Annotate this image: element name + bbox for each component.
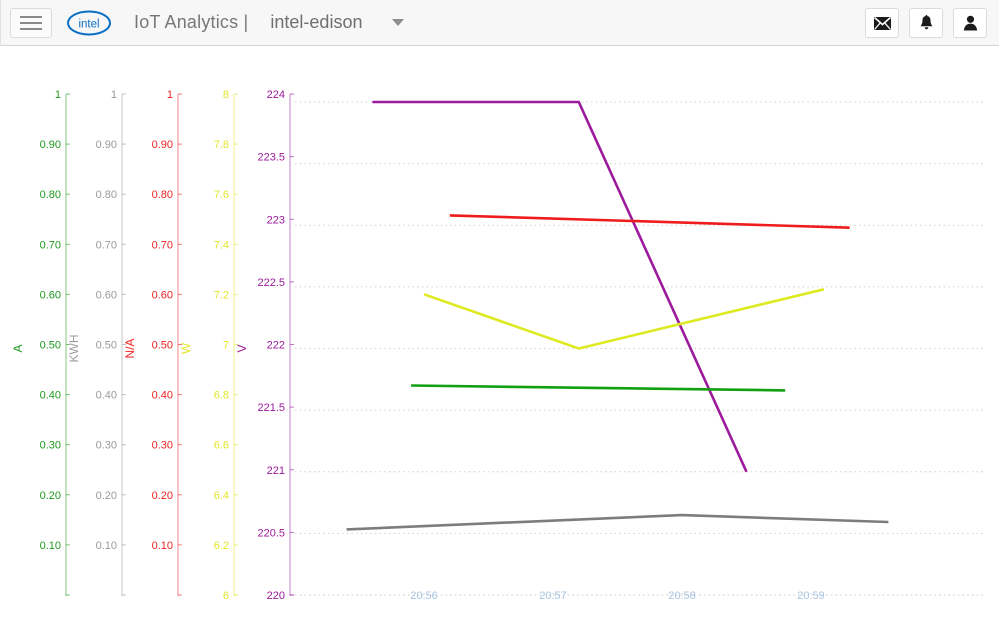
y-axis-tick-label: 0.40	[152, 390, 173, 402]
y-axis-tick-label: 223	[267, 214, 285, 226]
y-axis-tick-label: 0.80	[152, 189, 173, 201]
svg-text:intel: intel	[78, 18, 99, 30]
y-axis-tick-label: 0.50	[40, 340, 61, 352]
y-axis-tick-label: 1	[111, 89, 117, 101]
series-line-kwh	[346, 513, 889, 531]
series-line-n-a	[449, 214, 850, 229]
menu-bar-3	[20, 27, 42, 30]
y-axis-title: N/A	[123, 338, 137, 358]
envelope-icon	[873, 16, 891, 30]
y-axis-title: V	[235, 344, 249, 352]
y-axis-tick-label: 0.60	[152, 289, 173, 301]
y-axis-tick-label: 7.2	[214, 289, 229, 301]
menu-bar-1	[20, 15, 42, 18]
y-axis-tick-label: 1	[55, 89, 61, 101]
y-axis-tick-label: 6.4	[214, 490, 229, 502]
y-axis-tick-label: 222	[267, 340, 285, 352]
y-axis-tick-label: 0.20	[96, 490, 117, 502]
y-axis-tick-label: 1	[167, 89, 173, 101]
y-axis-tick-label: 220	[267, 590, 285, 602]
y-axis-title: KWH	[67, 335, 81, 363]
y-axis-tick-label: 221	[267, 465, 285, 477]
y-axis-tick-label: 0.20	[152, 490, 173, 502]
series-line-a	[411, 384, 786, 392]
y-axis-tick-label: 8	[223, 89, 229, 101]
y-axis-tick-label: 7.4	[214, 239, 229, 251]
y-axis-tick-label: 0.60	[96, 289, 117, 301]
y-axis-title: A	[11, 344, 25, 352]
y-axis-tick-label: 0.70	[40, 239, 61, 251]
y-axis-tick-label: 0.10	[96, 540, 117, 552]
y-axis-tick-label: 223.5	[257, 152, 285, 164]
y-axis-tick-label: 6.6	[214, 440, 229, 452]
x-axis-tick-label: 20:56	[410, 590, 438, 602]
chart-panel: 1 0.90 0.80 0.70 0.60 0.50 0.40 0.30 0.20 0.10 A 1 0…	[0, 47, 999, 625]
series-line-w	[423, 288, 825, 350]
y-axis-tick-label: 0.50	[96, 340, 117, 352]
chart-x-ticks: 20:56 20:57 20:58 20:59	[410, 590, 825, 602]
y-axis-tick-label: 0.30	[40, 440, 61, 452]
x-axis-tick-label: 20:59	[797, 590, 825, 602]
app-header: intel IoT Analytics | intel-edison	[0, 0, 999, 46]
device-selector-label: intel-edison	[270, 12, 363, 32]
y-axis-tick-label: 220.5	[257, 527, 285, 539]
account-button[interactable]	[953, 8, 987, 38]
y-axis-tick-label: 0.40	[40, 390, 61, 402]
header-actions	[865, 8, 987, 38]
intel-logo[interactable]: intel	[66, 8, 112, 38]
multi-axis-line-chart[interactable]: 1 0.90 0.80 0.70 0.60 0.50 0.40 0.30 0.20 0.10 A 1 0…	[0, 47, 999, 625]
y-axis-tick-label: 0.90	[40, 139, 61, 151]
y-axis-tick-label: 0.80	[96, 189, 117, 201]
menu-bar-2	[20, 21, 42, 24]
y-axis-tick-label: 0.40	[96, 390, 117, 402]
y-axis-tick-label: 0.70	[152, 239, 173, 251]
y-axis-tick-label: 0.60	[40, 289, 61, 301]
page-title: IoT Analytics |	[134, 12, 249, 32]
y-axis-tick-label: 6	[223, 590, 229, 602]
y-axis-tick-label: 0.10	[152, 540, 173, 552]
y-axis-tick-label: 221.5	[257, 402, 285, 414]
y-axis-tick-label: 0.30	[152, 440, 173, 452]
chart-y-axes: 1 0.90 0.80 0.70 0.60 0.50 0.40 0.30 0.20 0.10 A 1 0…	[11, 89, 294, 602]
y-axis-tick-label: 0.20	[40, 490, 61, 502]
y-axis-tick-label: 0.10	[40, 540, 61, 552]
x-axis-tick-label: 20:57	[539, 590, 567, 602]
y-axis-tick-label: 0.80	[40, 189, 61, 201]
y-axis-tick-label: 7	[223, 340, 229, 352]
chevron-down-icon	[392, 19, 405, 26]
y-axis-tick-label: 0.70	[96, 239, 117, 251]
y-axis-tick-label: 0.90	[152, 139, 173, 151]
y-axis-tick-label: 7.6	[214, 189, 229, 201]
y-axis-title: W	[179, 342, 193, 354]
chart-series-lines	[346, 100, 889, 531]
messages-button[interactable]	[865, 8, 899, 38]
y-axis-tick-label: 0.50	[152, 340, 173, 352]
y-axis-tick-label: 222.5	[257, 277, 285, 289]
y-axis-tick-label: 6.8	[214, 390, 229, 402]
y-axis-tick-label: 0.30	[96, 440, 117, 452]
y-axis-tick-label: 0.90	[96, 139, 117, 151]
y-axis-tick-label: 7.8	[214, 139, 229, 151]
hamburger-menu-icon[interactable]	[10, 7, 52, 38]
intel-logo-svg: intel	[67, 10, 111, 35]
y-axis-tick-label: 6.2	[214, 540, 229, 552]
person-icon	[963, 15, 977, 31]
device-selector[interactable]: intel-edison	[270, 12, 405, 33]
notifications-button[interactable]	[909, 8, 943, 38]
y-axis-tick-label: 224	[267, 89, 285, 101]
x-axis-tick-label: 20:58	[668, 590, 696, 602]
bell-icon	[919, 15, 933, 30]
